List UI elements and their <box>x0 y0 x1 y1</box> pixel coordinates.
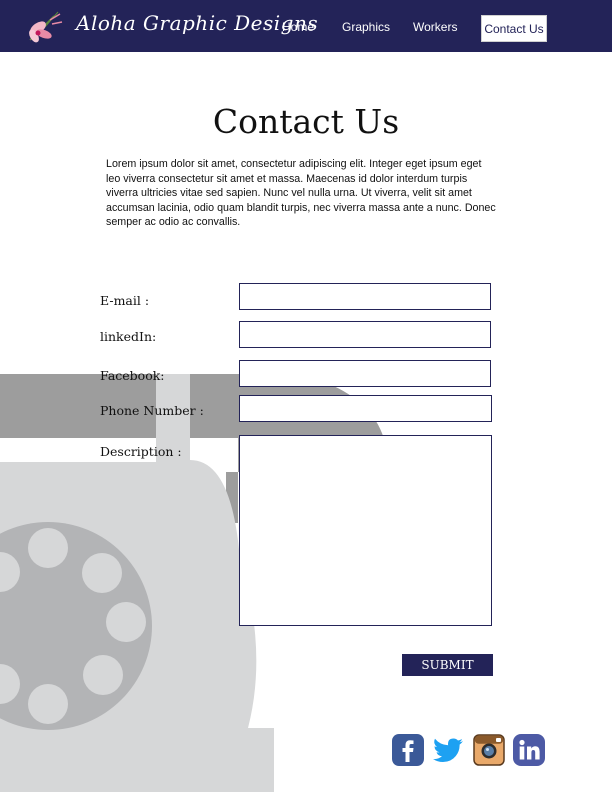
facebook-icon[interactable] <box>392 734 424 766</box>
nav-home[interactable]: Home <box>282 14 314 40</box>
submit-button[interactable]: SUBMIT <box>402 654 493 676</box>
nav-workers[interactable]: Workers <box>413 14 457 40</box>
instagram-icon[interactable] <box>473 734 505 766</box>
intro-paragraph: Lorem ipsum dolor sit amet, consectetur … <box>106 158 496 228</box>
description-field[interactable] <box>239 435 492 626</box>
email-field[interactable] <box>239 283 491 310</box>
email-label: E-mail : <box>100 293 150 308</box>
twitter-icon[interactable] <box>432 734 464 766</box>
linkedin-label: linkedIn: <box>100 329 157 344</box>
navbar: Aloha Graphic Designs Home Graphics Work… <box>0 0 612 52</box>
flower-logo-icon <box>29 11 63 43</box>
facebook-label: Facebook: <box>100 368 165 383</box>
description-label: Description : <box>100 444 182 459</box>
page-title: Contact Us <box>212 102 400 141</box>
phone-number-field[interactable] <box>239 395 492 422</box>
facebook-field[interactable] <box>239 360 491 387</box>
nav-contact-us[interactable]: Contact Us <box>481 15 547 42</box>
linkedin-icon[interactable] <box>513 734 545 766</box>
phone-number-label: Phone Number : <box>100 403 204 418</box>
nav-graphics[interactable]: Graphics <box>342 14 390 40</box>
linkedin-field[interactable] <box>239 321 491 348</box>
